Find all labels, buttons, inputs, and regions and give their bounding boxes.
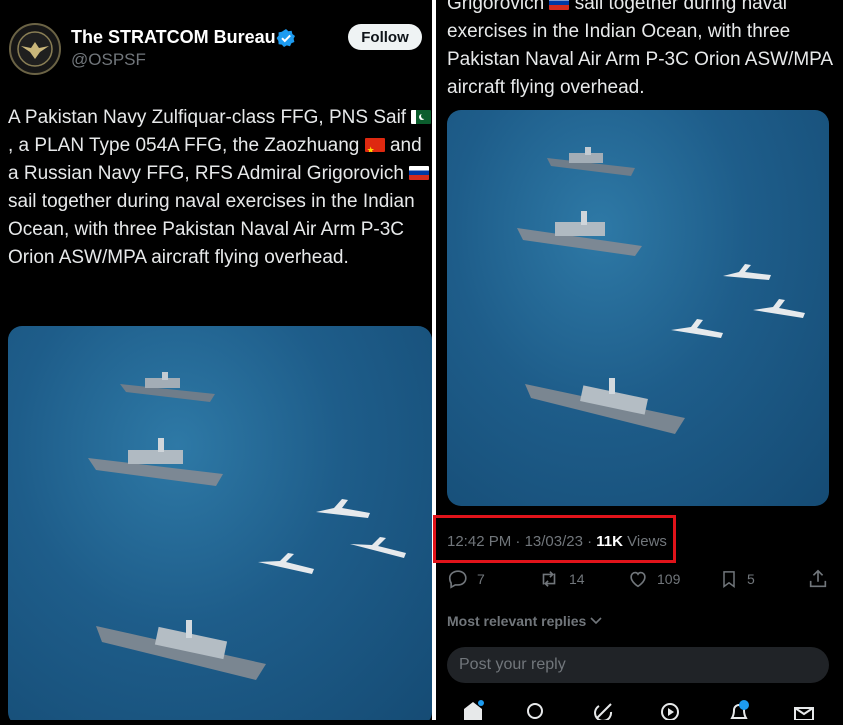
tweet-text: Grigorovich sail together during naval e…	[447, 0, 839, 102]
home-tab[interactable]	[461, 700, 485, 725]
search-icon	[527, 703, 543, 719]
meta-separator: ·	[587, 533, 593, 550]
naval-exercise-photo	[88, 372, 406, 680]
chevron-down-icon	[590, 617, 602, 625]
avatar[interactable]	[9, 23, 61, 75]
video-icon	[661, 703, 679, 721]
china-flag-icon	[364, 138, 385, 152]
russia-flag-icon	[549, 0, 570, 10]
share-button[interactable]	[807, 568, 829, 590]
like-count: 109	[657, 571, 681, 587]
post-photo[interactable]	[447, 110, 829, 506]
right-post-panel: Grigorovich sail together during naval e…	[436, 0, 843, 720]
post-time[interactable]: 12:42 PM	[447, 533, 511, 550]
bookmark-icon	[723, 571, 735, 588]
video-tab[interactable]	[659, 700, 681, 725]
repost-button[interactable]: 14	[537, 568, 585, 590]
aircraft	[671, 264, 805, 338]
most-relevant-dropdown[interactable]: Most relevant replies	[447, 613, 602, 629]
like-button[interactable]: 109	[627, 568, 680, 590]
tweet-text-part: Grigorovich	[447, 0, 545, 14]
ship	[88, 438, 223, 486]
views-label: Views	[627, 533, 667, 550]
account-name[interactable]: The STRATCOM Bureau	[71, 27, 276, 48]
reply-icon	[448, 570, 467, 589]
search-tab[interactable]	[525, 700, 547, 725]
tweet-text-part: sail together during naval exercises in …	[447, 0, 833, 98]
post-date[interactable]: 13/03/23	[525, 533, 583, 550]
left-post-panel: The STRATCOM Bureau @OSPSF Follow A Paki…	[0, 0, 432, 720]
views-count: 11K	[596, 533, 623, 550]
follow-button[interactable]: Follow	[348, 24, 422, 50]
share-icon	[809, 569, 827, 588]
bookmark-button[interactable]: 5	[719, 568, 755, 590]
bottom-nav	[447, 700, 837, 722]
grok-tab[interactable]	[593, 700, 615, 725]
reply-input[interactable]: Post your reply	[447, 647, 829, 683]
notifications-tab[interactable]	[727, 700, 751, 725]
ship	[120, 372, 215, 402]
tweet-text-part: , a PLAN Type 054A FFG, the Zaozhuang	[8, 135, 360, 156]
tweet-text-part: sail together during naval exercises in …	[8, 191, 415, 268]
post-photo[interactable]	[8, 326, 432, 720]
repost-icon	[542, 571, 556, 587]
notifications-icon	[730, 700, 749, 719]
reply-button[interactable]: 7	[447, 568, 485, 590]
verified-icon	[276, 29, 295, 47]
ship	[96, 620, 266, 680]
repost-count: 14	[569, 571, 585, 587]
most-relevant-label: Most relevant replies	[447, 613, 587, 629]
home-icon	[464, 700, 484, 720]
ship	[517, 211, 642, 256]
naval-exercise-photo	[517, 147, 805, 434]
eagle-emblem-icon	[17, 31, 53, 67]
bookmark-count: 5	[747, 571, 755, 587]
like-icon	[630, 571, 646, 588]
tweet-text: A Pakistan Navy Zulfiquar-class FFG, PNS…	[8, 104, 432, 272]
reply-count: 7	[477, 571, 485, 587]
aircraft	[258, 499, 406, 574]
russia-flag-icon	[409, 166, 430, 180]
account-handle[interactable]: @OSPSF	[71, 50, 146, 70]
meta-separator: ·	[515, 533, 521, 550]
grok-icon	[594, 703, 613, 722]
tweet-text-part: A Pakistan Navy Zulfiquar-class FFG, PNS…	[8, 107, 407, 128]
action-bar: 7 14 109 5	[447, 568, 837, 590]
pakistan-flag-icon	[411, 110, 432, 124]
ship	[525, 378, 685, 434]
ship	[547, 147, 635, 176]
messages-icon	[794, 707, 814, 721]
post-meta: 12:42 PM · 13/03/23 · 11K Views	[447, 533, 667, 550]
messages-tab[interactable]	[793, 700, 815, 725]
